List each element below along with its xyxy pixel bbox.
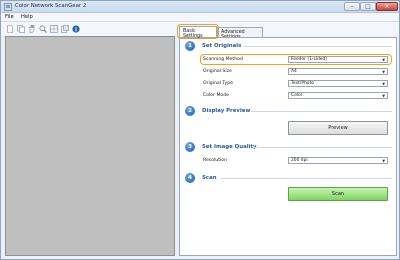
select-value: 200 dpi <box>291 158 308 163</box>
window-title: Color Network ScanGear 2 <box>15 3 87 9</box>
section-number-badge: 1 <box>185 41 195 51</box>
menu-file[interactable]: File <box>5 14 14 20</box>
select-value: Text/Photo <box>291 81 314 86</box>
title-bar: Color Network ScanGear 2 – □ ✕ <box>1 1 399 13</box>
scan-button[interactable]: Scan <box>288 187 388 201</box>
chevron-down-icon: ▼ <box>382 94 385 98</box>
section-divider <box>244 46 392 47</box>
label-original-type: Original Type <box>203 81 233 86</box>
section-number-badge: 3 <box>185 142 195 152</box>
select-scanning-method[interactable]: Feeder (1-sided) ▼ <box>288 56 388 63</box>
label-color-mode: Color Mode <box>203 93 229 98</box>
label-original-size: Original Size <box>203 69 232 74</box>
chevron-down-icon: ▼ <box>382 159 385 163</box>
label-scanning-method: Scanning Method <box>203 57 243 62</box>
tab-basic-settings[interactable]: Basic Settings <box>179 26 217 39</box>
section-title-scan: Scan <box>202 175 217 181</box>
section-divider <box>221 178 392 179</box>
tab-advanced-settings[interactable]: Advanced Settings <box>217 27 263 40</box>
minimize-button[interactable]: – <box>344 2 360 11</box>
section-title-quality: Set Image Quality <box>202 144 257 150</box>
scangear-window: Color Network ScanGear 2 – □ ✕ File Help <box>0 0 400 260</box>
section-number-badge: 2 <box>185 106 195 116</box>
zoom-icon[interactable] <box>39 25 47 33</box>
section-divider <box>254 147 392 148</box>
menu-bar: File Help <box>1 13 399 22</box>
grid-icon[interactable] <box>50 25 58 33</box>
maximize-button[interactable]: □ <box>360 2 376 11</box>
select-color-mode[interactable]: Color ▼ <box>288 92 388 99</box>
preview-button[interactable]: Preview <box>288 121 388 135</box>
select-original-size[interactable]: A4 ▼ <box>288 68 388 75</box>
preview-area[interactable] <box>5 36 175 256</box>
label-resolution: Resolution <box>203 158 228 163</box>
chevron-down-icon: ▼ <box>382 82 385 86</box>
chevron-down-icon: ▼ <box>382 70 385 74</box>
close-button[interactable]: ✕ <box>376 2 398 11</box>
section-title-preview: Display Preview <box>202 108 251 114</box>
copy-icon[interactable] <box>61 25 69 33</box>
new-document-icon[interactable] <box>6 25 14 33</box>
select-resolution[interactable]: 200 dpi ▼ <box>288 157 388 164</box>
chevron-down-icon: ▼ <box>382 58 385 62</box>
select-value: Feeder (1-sided) <box>291 57 327 62</box>
info-icon[interactable] <box>72 25 80 33</box>
app-icon <box>4 3 12 11</box>
duplicate-icon[interactable] <box>17 25 25 33</box>
hand-icon[interactable] <box>28 25 36 33</box>
menu-help[interactable]: Help <box>21 14 33 20</box>
select-value: Color <box>291 93 303 98</box>
section-divider <box>251 111 392 112</box>
select-original-type[interactable]: Text/Photo ▼ <box>288 80 388 87</box>
section-number-badge: 4 <box>185 173 195 183</box>
section-title-originals: Set Originals <box>202 43 242 49</box>
select-value: A4 <box>291 69 297 74</box>
